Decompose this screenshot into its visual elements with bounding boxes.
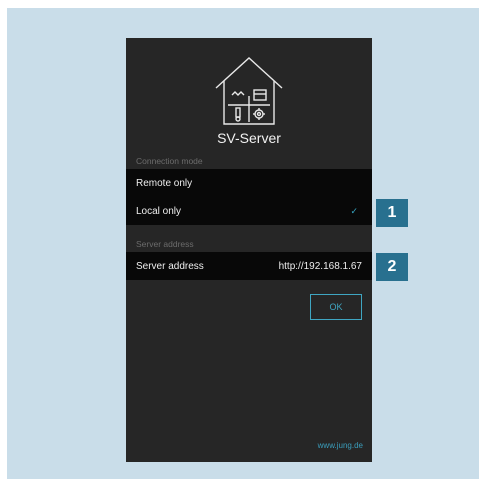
option-remote-only-label: Remote only — [136, 177, 193, 189]
server-address-header: Server address — [136, 239, 194, 249]
server-address-label: Server address — [136, 260, 204, 272]
website-link[interactable]: www.jung.de — [318, 441, 363, 450]
checkmark-icon: ✓ — [350, 205, 358, 216]
callout-badge-2: 2 — [376, 253, 408, 281]
option-remote-only[interactable]: Remote only — [126, 169, 372, 197]
callout-badge-1: 1 — [376, 199, 408, 227]
ok-button[interactable]: OK — [310, 294, 362, 320]
connection-mode-header: Connection mode — [136, 156, 203, 166]
phone-screen: SV-Server Connection mode Remote only Lo… — [126, 38, 372, 462]
option-local-only-label: Local only — [136, 205, 182, 217]
house-logo-icon — [215, 57, 283, 125]
server-address-row[interactable]: Server address http://192.168.1.67 — [126, 252, 372, 280]
option-local-only[interactable]: Local only ✓ — [126, 197, 372, 225]
app-title: SV-Server — [217, 130, 281, 146]
server-address-value: http://192.168.1.67 — [278, 260, 362, 272]
